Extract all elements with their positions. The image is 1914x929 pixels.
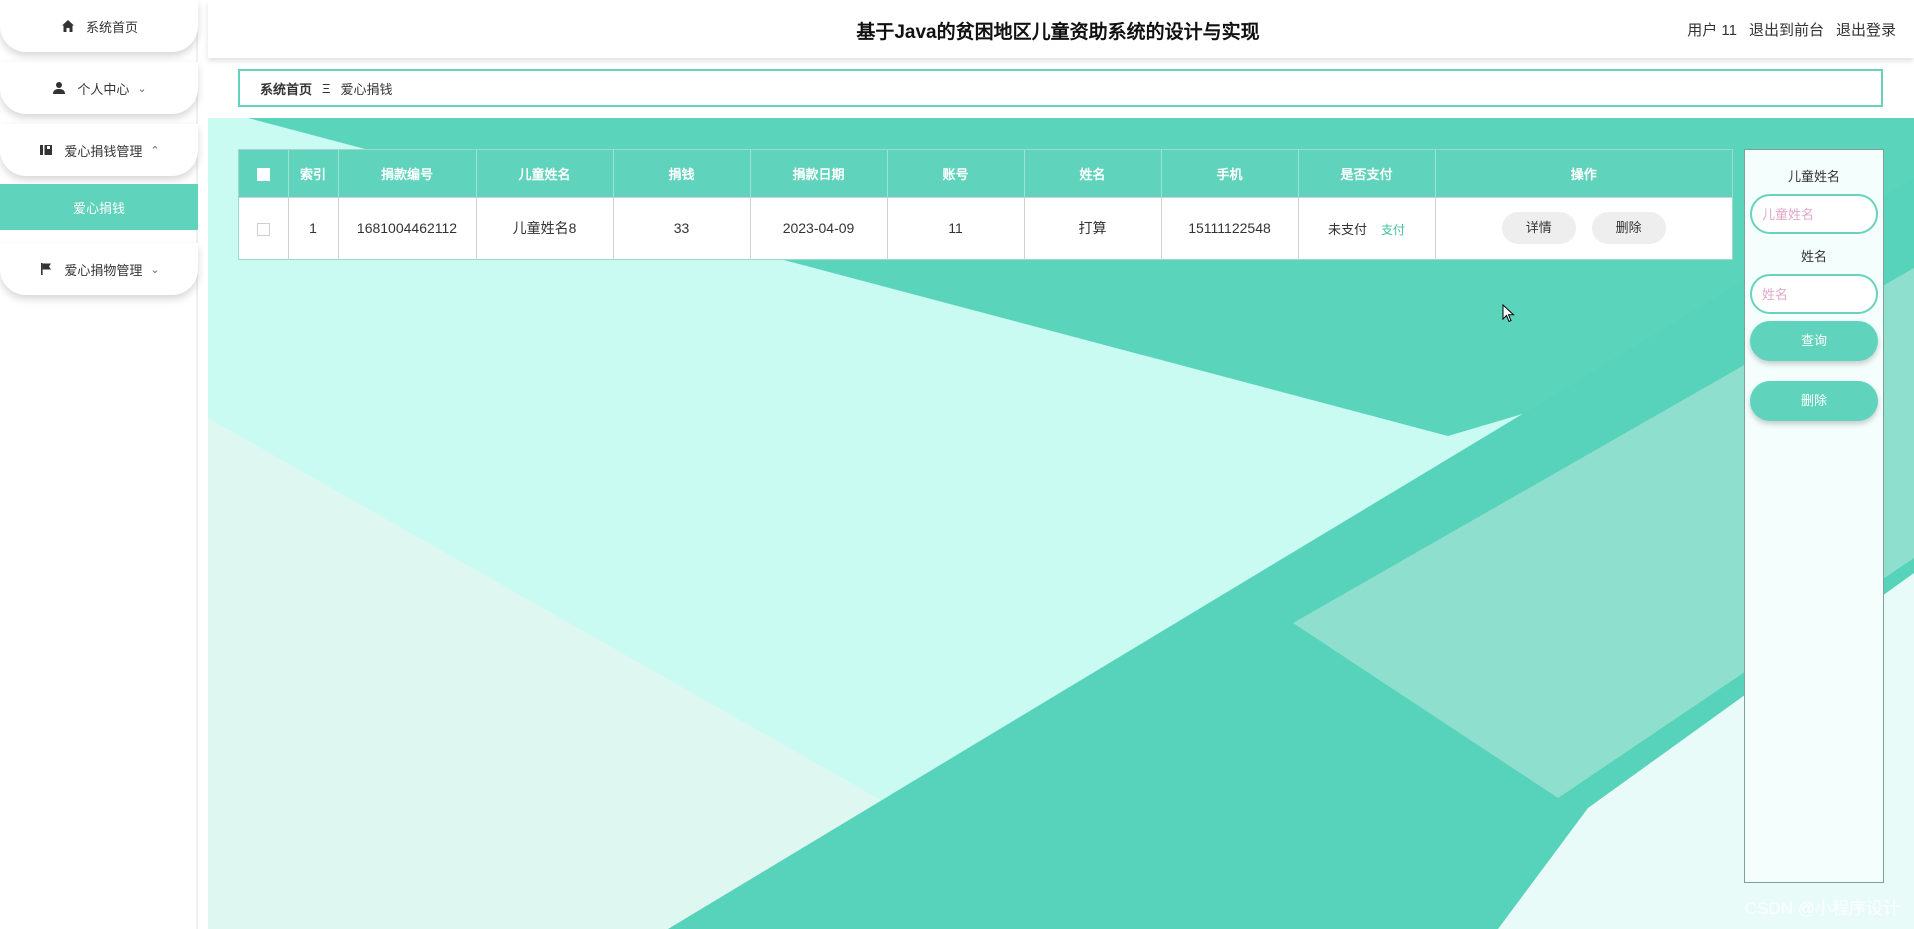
batch-delete-button[interactable]: 删除	[1750, 381, 1878, 421]
column-header: 操作	[1435, 150, 1732, 197]
search-panel: 儿童姓名 姓名 查询 删除	[1744, 149, 1884, 883]
cell-name: 打算	[1024, 196, 1162, 259]
column-header: 儿童姓名	[476, 150, 614, 197]
breadcrumb-home[interactable]: 系统首页	[260, 79, 312, 98]
breadcrumb-separator: Ξ	[322, 80, 331, 96]
chevron-down-icon: ⌄	[150, 263, 160, 276]
book-icon	[38, 142, 54, 158]
cell-actions: 详情 删除	[1435, 196, 1732, 259]
sidebar-item-label: 爱心捐钱管理	[64, 143, 143, 159]
home-icon	[60, 18, 76, 34]
name-label: 姓名	[1800, 249, 1827, 264]
cell-paid: 未支付 支付	[1298, 196, 1436, 259]
detail-button[interactable]: 详情	[1501, 212, 1576, 245]
cell-account: 11	[887, 196, 1025, 259]
cell-amount: 33	[613, 196, 751, 259]
column-header: 捐款日期	[750, 150, 888, 197]
user-links: 用户 11 退出到前台 退出登录	[1687, 19, 1896, 40]
delete-row-button[interactable]: 删除	[1591, 212, 1666, 245]
row-checkbox[interactable]	[256, 223, 270, 237]
column-header: 捐钱	[613, 150, 751, 197]
to-front-link[interactable]: 退出到前台	[1749, 19, 1824, 40]
cell-date: 2023-04-09	[750, 196, 888, 259]
table-header-row: 索引 捐款编号 儿童姓名 捐钱 捐款日期 账号 姓名 手机 是否支付 操作	[239, 150, 1732, 197]
logout-link[interactable]: 退出登录	[1836, 19, 1896, 40]
chevron-up-icon: ⌃	[150, 144, 160, 157]
column-header: 索引	[288, 150, 339, 197]
mouse-cursor-icon	[1502, 304, 1515, 323]
watermark: CSDN @小程序设计	[1744, 899, 1900, 918]
sidebar-item-personal-center[interactable]: 个人中心 ⌄	[0, 62, 198, 114]
sidebar: 系统首页 个人中心 ⌄ 爱心捐钱管理 ⌃ 爱心捐钱 爱心捐物管理 ⌄	[0, 0, 198, 929]
page-title: 基于Java的贫困地区儿童资助系统的设计与实现	[856, 22, 1260, 43]
paid-status: 未支付	[1328, 221, 1368, 237]
sidebar-item-label: 爱心捐物管理	[64, 262, 143, 278]
sidebar-subitem-love-money[interactable]: 爱心捐钱	[0, 184, 198, 230]
child-name-input[interactable]	[1750, 194, 1878, 234]
cell-donation-no: 1681004462112	[338, 196, 477, 259]
column-header: 账号	[887, 150, 1025, 197]
name-input[interactable]	[1750, 274, 1878, 314]
child-name-label: 儿童姓名	[1787, 169, 1840, 184]
row-select-cell[interactable]	[239, 196, 289, 259]
query-button[interactable]: 查询	[1750, 321, 1878, 361]
sidebar-item-label: 系统首页	[85, 19, 138, 35]
column-header: 姓名	[1024, 150, 1162, 197]
breadcrumb-current: 爱心捐钱	[340, 81, 393, 97]
cell-index: 1	[288, 196, 339, 259]
sidebar-item-goods-donation[interactable]: 爱心捐物管理 ⌄	[0, 243, 198, 295]
sidebar-item-label: 个人中心	[77, 81, 130, 97]
column-header: 是否支付	[1298, 150, 1436, 197]
table-row: 1 1681004462112 儿童姓名8 33 2023-04-09 11 打…	[239, 196, 1732, 259]
select-all-header[interactable]	[239, 150, 289, 197]
top-header: 基于Java的贫困地区儿童资助系统的设计与实现 用户 11 退出到前台 退出登录	[208, 0, 1914, 58]
donation-table: 索引 捐款编号 儿童姓名 捐钱 捐款日期 账号 姓名 手机 是否支付 操作 1 …	[238, 149, 1733, 260]
select-all-checkbox[interactable]	[256, 167, 270, 181]
column-header: 手机	[1161, 150, 1299, 197]
user-icon	[51, 80, 67, 96]
column-header: 捐款编号	[338, 150, 477, 197]
breadcrumb: 系统首页 Ξ 爱心捐钱	[238, 69, 1883, 107]
sidebar-item-money-donation[interactable]: 爱心捐钱管理 ⌃	[0, 124, 198, 176]
pay-link[interactable]: 支付	[1381, 223, 1405, 237]
chevron-down-icon: ⌄	[137, 82, 147, 95]
sidebar-item-home[interactable]: 系统首页	[0, 0, 198, 52]
flag-icon	[38, 261, 54, 277]
cell-phone: 15111122548	[1161, 196, 1299, 259]
user-name: 用户 11	[1687, 22, 1737, 39]
cell-child-name: 儿童姓名8	[476, 196, 614, 259]
